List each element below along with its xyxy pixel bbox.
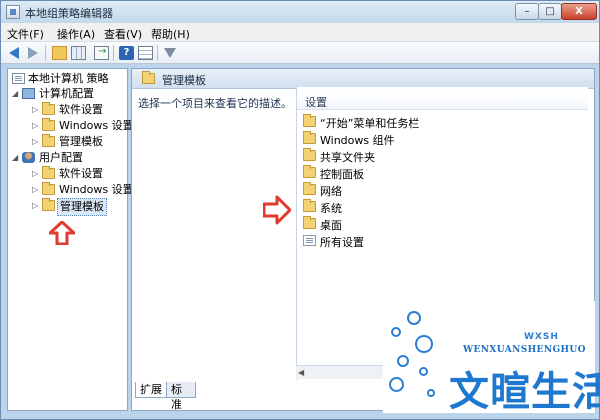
watermark-tag: WXSH <box>524 332 559 342</box>
toolbar-separator <box>157 45 158 61</box>
close-button[interactable]: X <box>561 3 597 20</box>
window-title: 本地组策略编辑器 <box>25 7 113 20</box>
expand-icon[interactable]: ▷ <box>32 166 38 182</box>
watermark-subtitle: WENXUANSHENGHUO <box>463 345 586 355</box>
menu-file[interactable]: 文件(F) <box>7 26 44 42</box>
description-text: 选择一个项目来查看它的描述。 <box>138 97 292 110</box>
minimize-button[interactable]: – <box>515 3 539 20</box>
folder-icon <box>42 134 55 147</box>
details-header: 管理模板 <box>132 69 594 89</box>
watermark-title: 文暄生活 <box>449 369 600 415</box>
expand-icon[interactable]: ▷ <box>32 118 38 134</box>
policy-icon <box>12 73 25 84</box>
folder-icon <box>303 148 316 161</box>
folder-icon <box>42 166 55 179</box>
collapse-icon[interactable]: ◢ <box>12 150 18 166</box>
tab-extended[interactable]: 扩展 <box>135 382 168 398</box>
tab-standard[interactable]: 标准 <box>166 382 196 411</box>
folder-icon <box>142 71 155 84</box>
expand-icon[interactable]: ▷ <box>32 134 38 150</box>
export-list-icon[interactable] <box>94 46 109 60</box>
app-icon <box>6 5 20 19</box>
toolbar: ? <box>1 42 599 64</box>
forward-arrow-icon[interactable] <box>28 47 38 59</box>
folder-icon <box>42 118 55 131</box>
collapse-icon[interactable]: ◢ <box>12 86 18 102</box>
menu-bar: 文件(F) 操作(A) 查看(V) 帮助(H) <box>1 23 599 42</box>
folder-icon <box>42 182 55 195</box>
filter-icon[interactable] <box>164 48 176 58</box>
red-right-arrow <box>263 195 291 225</box>
computer-icon <box>22 88 35 99</box>
help-icon[interactable]: ? <box>119 46 134 60</box>
expand-icon[interactable]: ▷ <box>32 182 38 198</box>
expand-icon[interactable]: ▷ <box>32 198 38 214</box>
red-up-arrow <box>49 221 75 245</box>
up-folder-icon[interactable] <box>52 46 67 60</box>
folder-icon <box>303 131 316 144</box>
folder-icon <box>303 182 316 195</box>
maximize-button[interactable]: □ <box>538 3 562 20</box>
menu-help[interactable]: 帮助(H) <box>151 26 190 42</box>
gpedit-window: 本地组策略编辑器 – □ X 文件(F) 操作(A) 查看(V) 帮助(H) ?… <box>0 0 600 420</box>
column-header-setting[interactable]: 设置 <box>297 91 588 110</box>
folder-icon <box>42 102 55 115</box>
selected-tree-label: 管理模板 <box>57 198 107 216</box>
bubble-graphic <box>383 301 443 401</box>
folder-icon <box>42 198 55 211</box>
toolbar-separator <box>113 45 114 61</box>
expand-icon[interactable]: ▷ <box>32 102 38 118</box>
back-arrow-icon[interactable] <box>9 47 19 59</box>
menu-action[interactable]: 操作(A) <box>57 26 95 42</box>
title-bar[interactable]: 本地组策略编辑器 – □ X <box>1 1 599 23</box>
folder-icon <box>303 199 316 212</box>
settings-icon <box>303 235 316 246</box>
properties-icon[interactable] <box>138 46 153 60</box>
watermark-logo: WXSH WENXUANSHENGHUO 文暄生活 <box>383 301 600 415</box>
folder-icon <box>303 216 316 229</box>
scroll-left-icon[interactable]: ◀ <box>298 368 304 377</box>
folder-icon <box>303 114 316 127</box>
toolbar-separator <box>45 45 46 61</box>
menu-view[interactable]: 查看(V) <box>104 26 142 42</box>
show-hide-tree-icon[interactable] <box>71 46 86 60</box>
folder-icon <box>303 165 316 178</box>
user-icon <box>22 152 35 163</box>
